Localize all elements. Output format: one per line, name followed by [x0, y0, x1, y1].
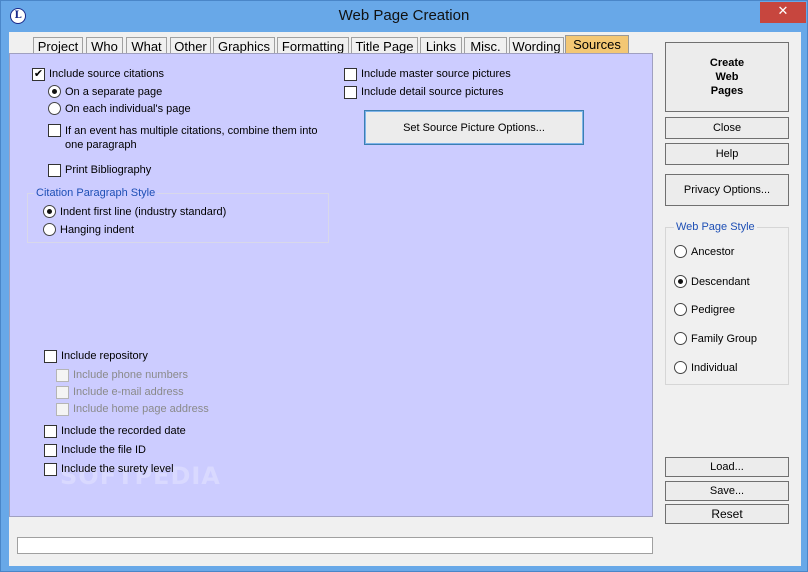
include-repository-label: Include repository — [61, 350, 148, 362]
include-detail-pictures-label: Include detail source pictures — [361, 86, 504, 98]
include-master-pictures-label: Include master source pictures — [361, 68, 511, 80]
combine-citations-label: If an event has multiple citations, comb… — [65, 125, 318, 151]
help-button[interactable]: Help — [665, 143, 789, 165]
include-surety-level-label: Include the surety level — [61, 463, 174, 475]
citation-style-legend: Citation Paragraph Style — [34, 187, 158, 199]
style-individual-label: Individual — [691, 361, 738, 374]
save-button[interactable]: Save... — [665, 481, 789, 501]
include-file-id-label: Include the file ID — [61, 444, 146, 456]
include-surety-level-checkbox[interactable]: Include the surety level — [44, 463, 174, 476]
sources-panel: ✔ Include source citations On a separate… — [9, 53, 653, 517]
style-family-group-radio[interactable]: Family Group — [674, 332, 757, 345]
dialog-client-area: Project Who What Other Graphics Formatti… — [9, 32, 801, 566]
style-individual-radio[interactable]: Individual — [674, 361, 737, 374]
hanging-indent-radio[interactable]: Hanging indent — [43, 223, 134, 236]
checkbox-checked-icon: ✔ — [32, 68, 45, 81]
radio-selected-icon — [48, 85, 61, 98]
checkbox-disabled-icon — [56, 369, 69, 382]
style-pedigree-label: Pedigree — [691, 303, 736, 316]
reset-button[interactable]: Reset — [665, 504, 789, 524]
combine-citations-checkbox[interactable]: If an event has multiple citations, comb… — [48, 124, 318, 152]
status-bar — [17, 537, 653, 554]
each-page-radio[interactable]: On each individual's page — [48, 102, 191, 115]
checkbox-unchecked-icon — [344, 68, 357, 81]
style-ancestor-label: Ancestor — [691, 245, 735, 258]
checkbox-unchecked-icon — [44, 350, 57, 363]
checkbox-unchecked-icon — [48, 164, 61, 177]
style-descendant-radio[interactable]: Descendant — [674, 275, 750, 288]
include-homepage-checkbox[interactable]: Include home page address — [56, 403, 209, 416]
include-recorded-date-label: Include the recorded date — [61, 425, 186, 437]
checkbox-unchecked-icon — [44, 444, 57, 457]
checkbox-unchecked-icon — [44, 425, 57, 438]
window-title: Web Page Creation — [338, 7, 470, 24]
web-page-style-group: Web Page Style Ancestor Descendant Pedig… — [665, 221, 789, 385]
create-web-pages-button[interactable]: Create Web Pages — [665, 42, 789, 112]
style-descendant-label: Descendant — [691, 275, 750, 288]
separate-page-label: On a separate page — [65, 85, 163, 98]
window-close-button[interactable]: ✕ — [760, 2, 806, 23]
radio-selected-icon — [674, 275, 687, 288]
include-homepage-label: Include home page address — [73, 403, 209, 415]
radio-unselected-icon — [674, 245, 687, 258]
close-button[interactable]: Close — [665, 117, 789, 139]
include-master-pictures-checkbox[interactable]: Include master source pictures — [344, 68, 511, 81]
privacy-options-button[interactable]: Privacy Options... — [665, 174, 789, 206]
radio-selected-icon — [43, 205, 56, 218]
include-file-id-checkbox[interactable]: Include the file ID — [44, 444, 146, 457]
radio-unselected-icon — [674, 303, 687, 316]
radio-unselected-icon — [43, 223, 56, 236]
tab-strip: Project Who What Other Graphics Formatti… — [13, 35, 633, 56]
each-page-label: On each individual's page — [65, 102, 191, 115]
include-phone-label: Include phone numbers — [73, 369, 188, 381]
load-button[interactable]: Load... — [665, 457, 789, 477]
include-email-label: Include e-mail address — [73, 386, 184, 398]
radio-unselected-icon — [48, 102, 61, 115]
checkbox-unchecked-icon — [344, 86, 357, 99]
checkbox-unchecked-icon — [44, 463, 57, 476]
style-pedigree-radio[interactable]: Pedigree — [674, 303, 735, 316]
include-source-citations-label: Include source citations — [49, 68, 164, 80]
radio-unselected-icon — [674, 361, 687, 374]
hanging-indent-label: Hanging indent — [60, 223, 135, 236]
checkbox-disabled-icon — [56, 386, 69, 399]
citation-paragraph-style-group: Citation Paragraph Style Indent first li… — [27, 187, 329, 243]
include-detail-pictures-checkbox[interactable]: Include detail source pictures — [344, 86, 503, 99]
include-repository-checkbox[interactable]: Include repository — [44, 350, 148, 363]
print-bibliography-checkbox[interactable]: Print Bibliography — [48, 164, 151, 177]
radio-unselected-icon — [674, 332, 687, 345]
style-ancestor-radio[interactable]: Ancestor — [674, 245, 734, 258]
web-page-style-legend: Web Page Style — [674, 221, 757, 233]
include-source-citations-checkbox[interactable]: ✔ Include source citations — [32, 68, 164, 81]
separate-page-radio[interactable]: On a separate page — [48, 85, 162, 98]
include-phone-checkbox[interactable]: Include phone numbers — [56, 369, 188, 382]
set-source-picture-options-button[interactable]: Set Source Picture Options... — [364, 110, 584, 145]
title-bar: L Web Page Creation ✕ — [1, 1, 807, 31]
print-bibliography-label: Print Bibliography — [65, 164, 152, 176]
indent-first-line-radio[interactable]: Indent first line (industry standard) — [43, 205, 226, 218]
indent-first-line-label: Indent first line (industry standard) — [60, 205, 227, 218]
checkbox-unchecked-icon — [48, 124, 61, 137]
include-email-checkbox[interactable]: Include e-mail address — [56, 386, 184, 399]
style-family-group-label: Family Group — [691, 332, 758, 345]
include-recorded-date-checkbox[interactable]: Include the recorded date — [44, 425, 186, 438]
checkbox-disabled-icon — [56, 403, 69, 416]
web-page-creation-window: L Web Page Creation ✕ Project Who What O… — [0, 0, 808, 572]
